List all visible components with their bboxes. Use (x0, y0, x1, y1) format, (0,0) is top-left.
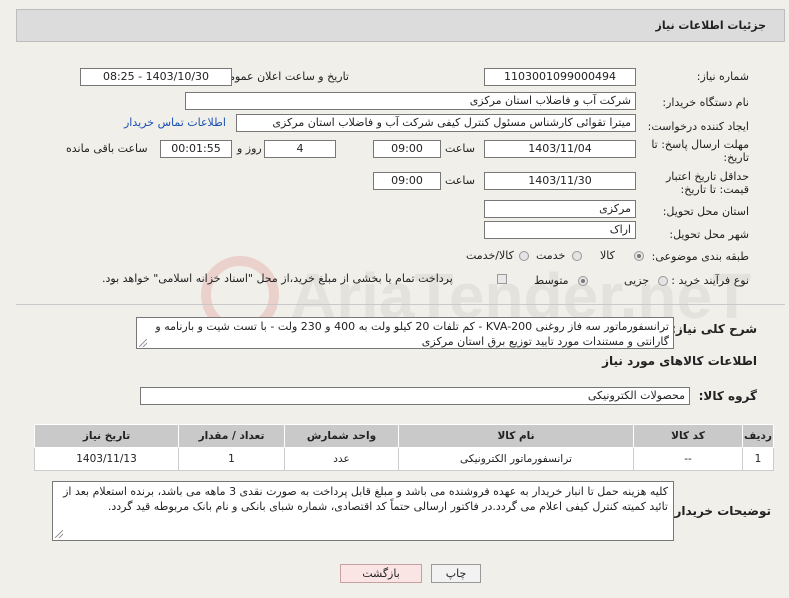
buyer-contact-link[interactable]: اطلاعات تماس خریدار (124, 116, 226, 129)
table-row[interactable]: 1 -- ترانسفورماتور الکترونیکی عدد 1 1403… (34, 447, 774, 471)
panel-title: جزئیات اطلاعات نیاز (655, 19, 767, 32)
price-validity-label: حداقل تاریخ اعتبار قیمت: تا تاریخ: (665, 170, 749, 196)
buyer-notes-resize-handle[interactable] (55, 530, 63, 538)
announce-datetime-label: تاریخ و ساعت اعلان عمومی: (216, 70, 349, 83)
cell-need-date: 1403/11/13 (34, 447, 179, 471)
price-validity-date-field[interactable]: 1403/11/30 (484, 172, 636, 190)
city-label: شهر محل تحویل: (669, 228, 749, 241)
requester-label: ایجاد کننده درخواست: (647, 120, 749, 133)
col-header-item-name: نام کالا (398, 424, 634, 448)
col-header-unit: واحد شمارش (284, 424, 399, 448)
category-radio-service[interactable] (572, 251, 582, 261)
price-validity-time-field[interactable]: 09:00 (373, 172, 441, 190)
purchase-type-radio-medium[interactable] (578, 276, 588, 286)
announce-datetime-field[interactable]: 1403/10/30 - 08:25 (80, 68, 232, 86)
description-resize-handle[interactable] (139, 339, 147, 347)
province-field[interactable]: مرکزی (484, 200, 636, 218)
cell-row-number: 1 (742, 447, 774, 471)
reply-days-label: روز و (237, 142, 262, 155)
purchase-type-label: نوع فرآیند خرید : (671, 274, 749, 287)
reply-deadline-date-field[interactable]: 1403/11/04 (484, 140, 636, 158)
reply-deadline-time-label: ساعت (445, 142, 475, 155)
goods-group-label: گروه کالا: (698, 389, 757, 403)
details-panel-header: جزئیات اطلاعات نیاز (16, 9, 785, 42)
category-option-goods: کالا (600, 249, 615, 262)
price-validity-time-label: ساعت (445, 174, 475, 187)
province-label: استان محل تحویل: (662, 205, 749, 218)
treasury-note: پرداخت تمام یا بخشی از مبلغ خرید،از محل … (102, 272, 453, 285)
col-header-need-date: تاریخ نیاز (34, 424, 179, 448)
back-button[interactable]: بازگشت (340, 564, 422, 583)
category-radio-goods[interactable] (634, 251, 644, 261)
purchase-type-radio-minor[interactable] (658, 276, 668, 286)
purchase-type-option-medium: متوسط (534, 274, 569, 287)
remaining-time-label: ساعت باقی مانده (66, 142, 148, 155)
buyer-notes-textarea[interactable]: کلیه هزینه حمل تا انبار خریدار به عهده ف… (52, 481, 674, 541)
buyer-org-field[interactable]: شرکت آب و فاضلاب استان مرکزی (185, 92, 636, 110)
col-header-row-number: ردیف (742, 424, 774, 448)
description-label: شرح کلی نیاز: (671, 322, 757, 336)
requester-field[interactable]: میترا تقوائی کارشناس مسئول کنترل کیفی شر… (236, 114, 636, 132)
category-label: طبقه بندی موضوعی: (651, 250, 749, 263)
cell-unit: عدد (284, 447, 399, 471)
divider (16, 304, 785, 305)
reply-deadline-time-field[interactable]: 09:00 (373, 140, 441, 158)
col-header-quantity: تعداد / مقدار (178, 424, 285, 448)
reply-deadline-label: مهلت ارسال پاسخ: تا تاریخ: (651, 138, 749, 164)
reply-days-field[interactable]: 4 (264, 140, 336, 158)
remaining-time-field[interactable]: 00:01:55 (160, 140, 232, 158)
description-textarea[interactable]: ترانسفورماتور سه فاز روغنی KVA-200 - کم … (136, 317, 674, 349)
goods-group-field[interactable]: محصولات الکترونیکی (140, 387, 690, 405)
cell-quantity: 1 (178, 447, 285, 471)
cell-item-code: -- (633, 447, 743, 471)
category-radio-goods-service[interactable] (519, 251, 529, 261)
purchase-type-option-minor: جزیی (624, 274, 650, 287)
category-option-goods-service: کالا/خدمت (466, 249, 514, 262)
table-header-row: ردیف کد کالا نام کالا واحد شمارش تعداد /… (34, 424, 774, 448)
goods-section-title: اطلاعات کالاهای مورد نیاز (602, 354, 757, 368)
buyer-notes-label: توضیحات خریدار: (669, 504, 771, 518)
print-button[interactable]: چاپ (431, 564, 481, 583)
category-option-service: خدمت (536, 249, 566, 262)
cell-item-name: ترانسفورماتور الکترونیکی (398, 447, 634, 471)
buyer-org-label: نام دستگاه خریدار: (662, 96, 749, 109)
need-number-label: شماره نیاز: (696, 70, 749, 83)
treasury-checkbox[interactable] (497, 274, 507, 284)
col-header-item-code: کد کالا (633, 424, 743, 448)
need-number-field[interactable]: 1103001099000494 (484, 68, 636, 86)
items-table: ردیف کد کالا نام کالا واحد شمارش تعداد /… (34, 424, 774, 471)
city-field[interactable]: اراک (484, 221, 636, 239)
